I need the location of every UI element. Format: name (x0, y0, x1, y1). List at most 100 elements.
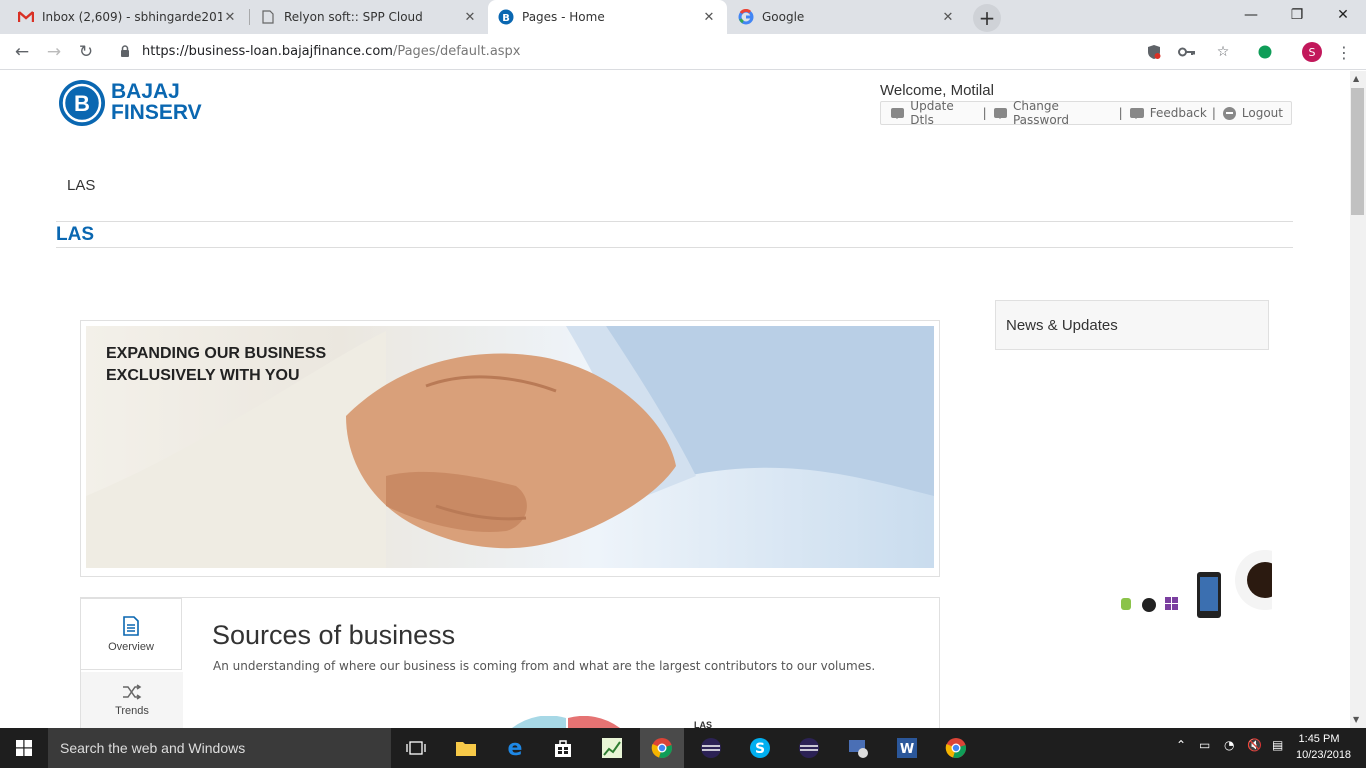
handshake-image: EXPANDING OUR BUSINESS EXCLUSIVELY WITH … (86, 326, 934, 568)
new-tab-button[interactable]: + (973, 4, 1001, 32)
menu-icon[interactable]: ⋮ (1334, 42, 1354, 62)
tab-overview[interactable]: Overview (80, 598, 182, 670)
blackberry-label: BlackBerry (1061, 604, 1100, 613)
ad-line1: Access your loan details and (1009, 518, 1175, 533)
ad-subtext: To download the Experia app SMS APP to 9… (1009, 555, 1138, 583)
key-icon[interactable] (1177, 42, 1197, 62)
tab-title: Relyon soft:: SPP Cloud (284, 10, 423, 24)
tab-title: Google (762, 10, 805, 24)
bajaj-finserv-logo[interactable]: B BAJAJ FINSERV (58, 79, 228, 127)
feedback-link[interactable]: Feedback (1128, 106, 1207, 120)
eclipse-icon-2[interactable] (794, 733, 824, 763)
divider (56, 247, 1293, 248)
scroll-thumb[interactable] (1351, 88, 1364, 215)
scroll-down-icon[interactable]: ▼ (1353, 715, 1359, 724)
tab-trends[interactable]: Trends (81, 672, 183, 728)
tab-title: Inbox (2,609) - sbhingarde2017@ (42, 10, 222, 24)
clock-time: 1:45 PM (1298, 733, 1340, 745)
divider (56, 221, 1293, 222)
tab-relyon[interactable]: Relyon soft:: SPP Cloud ✕ (250, 0, 488, 34)
ad-text: Access your loan details and view specia… (1009, 518, 1204, 550)
file-explorer-icon[interactable] (451, 733, 481, 763)
shuffle-icon (123, 683, 142, 700)
notifications-icon[interactable]: ▤ (1272, 738, 1283, 752)
update-details-link[interactable]: Update Dtls (889, 99, 978, 127)
svg-text:S: S (755, 741, 765, 757)
logo-emblem-icon: B (59, 80, 105, 126)
link-label: Logout (1241, 106, 1283, 120)
profile-avatar[interactable]: S (1302, 42, 1322, 62)
svg-text:B: B (502, 13, 510, 24)
network-app-icon[interactable] (843, 733, 873, 763)
headline-line2: EXCLUSIVELY WITH YOU (106, 367, 300, 384)
task-view-icon[interactable] (401, 733, 431, 763)
nav-item-las[interactable]: LAS (67, 177, 95, 194)
brand-line2: FINSERV (111, 101, 202, 124)
logout-link[interactable]: Logout (1221, 106, 1283, 120)
tab-close-icon[interactable]: ✕ (222, 10, 238, 25)
tray-chevron-icon[interactable]: ⌃ (1176, 738, 1186, 752)
banner-headline: EXPANDING OUR BUSINESS EXCLUSIVELY WITH … (106, 343, 326, 387)
word-icon[interactable]: W (892, 733, 922, 763)
change-password-link[interactable]: Change Password (992, 99, 1114, 127)
tab-close-icon[interactable]: ✕ (701, 10, 717, 25)
coffee-cup-icon (1235, 550, 1272, 610)
bajaj-favicon: B (498, 9, 514, 25)
battery-icon[interactable]: ▭ (1199, 738, 1210, 752)
skype-icon[interactable]: S (745, 733, 775, 763)
link-separator: | (982, 106, 987, 120)
tab-label: Overview (108, 640, 154, 653)
tab-close-icon[interactable]: ✕ (940, 10, 956, 25)
restore-button[interactable]: ❐ (1274, 0, 1320, 30)
taskbar-search[interactable]: Search the web and Windows (48, 728, 391, 768)
windows-start-icon[interactable] (0, 728, 48, 768)
close-window-button[interactable]: ✕ (1320, 0, 1366, 30)
back-icon[interactable]: ← (11, 41, 33, 63)
reload-icon[interactable]: ↻ (75, 41, 97, 63)
tab-pages-home[interactable]: B Pages - Home ✕ (488, 0, 727, 34)
headline-line1: EXPANDING OUR BUSINESS (106, 345, 327, 362)
chrome-icon-2[interactable] (941, 733, 971, 763)
taskbar-clock[interactable]: 1:45 PM 10/23/2018 (1296, 731, 1351, 763)
shield-icon[interactable] (1144, 42, 1164, 62)
ad-line4: SMS APP to 9227564444 (1009, 570, 1123, 581)
tab-close-icon[interactable]: ✕ (462, 10, 478, 25)
svg-text:W: W (900, 742, 914, 757)
scroll-up-icon[interactable]: ▲ (1353, 74, 1359, 83)
star-icon[interactable]: ☆ (1213, 42, 1233, 62)
link-separator: | (1118, 106, 1123, 120)
url-text[interactable]: https://business-loan.bajajfinance.com/P… (142, 44, 521, 59)
account-links-bar: Update Dtls | Change Password | Feedback… (880, 99, 1292, 127)
know-more-link[interactable]: KNOW MORE (1009, 587, 1073, 598)
edge-icon[interactable]: e (500, 733, 530, 763)
chat-bubble-icon (1129, 108, 1144, 119)
tab-gmail[interactable]: Inbox (2,609) - sbhingarde2017@ ✕ (8, 0, 248, 34)
minimize-button[interactable]: — (1228, 0, 1274, 30)
lock-icon (120, 45, 132, 59)
store-icon[interactable] (548, 733, 578, 763)
volume-muted-icon[interactable]: 🔇 (1247, 738, 1262, 752)
chart-app-icon[interactable] (597, 733, 627, 763)
forward-icon[interactable]: → (43, 41, 65, 63)
eclipse-icon[interactable] (696, 733, 726, 763)
google-icon (738, 9, 754, 25)
section-title: LAS (56, 224, 94, 245)
ad-line2: view special offers on your mobile (1009, 534, 1204, 549)
svg-text:B: B (74, 91, 90, 116)
news-title: News & Updates (1006, 317, 1118, 334)
welcome-text: Welcome, Motilal (880, 82, 994, 99)
tab-google[interactable]: Google ✕ (728, 0, 966, 34)
url-host: https://business-loan.bajajfinance.com (142, 44, 393, 59)
gmail-icon (18, 9, 34, 25)
wifi-icon[interactable]: ◔ (1224, 738, 1234, 752)
url-path: /Pages/default.aspx (392, 44, 521, 59)
donut-chart-top (512, 716, 620, 728)
news-updates-box: News & Updates (995, 300, 1269, 350)
document-icon (123, 615, 139, 636)
document-icon (260, 9, 276, 25)
tab-title: Pages - Home (522, 10, 605, 24)
experia-app-ad[interactable]: Access your loan details and view specia… (999, 512, 1272, 622)
chrome-icon[interactable] (647, 733, 677, 763)
link-label: Feedback (1149, 106, 1207, 120)
extension-icon[interactable] (1255, 42, 1275, 62)
